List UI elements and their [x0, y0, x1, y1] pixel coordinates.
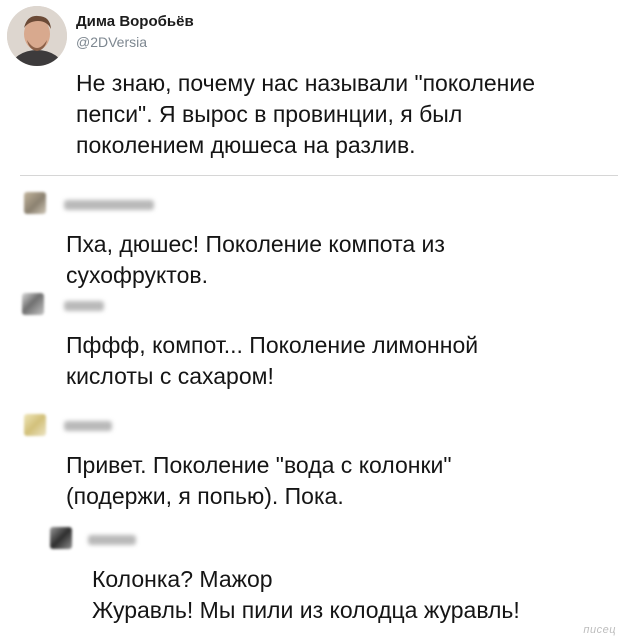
- reply-avatar[interactable]: [22, 293, 44, 315]
- reply-avatar[interactable]: [24, 414, 46, 436]
- reply-author-blurred: [64, 200, 154, 210]
- reply-author-blurred: [88, 535, 136, 545]
- author-handle[interactable]: @2DVersia: [76, 34, 147, 50]
- reply-author-blurred: [64, 421, 112, 431]
- divider: [20, 175, 618, 176]
- reply-text: Пффф, компот... Поколение лимонной кисло…: [66, 332, 479, 389]
- post-text: Не знаю, почему нас называли "поколение …: [76, 70, 536, 158]
- reply-text: Колонка? Мажор Журавль! Мы пили из колод…: [92, 566, 520, 623]
- author-name[interactable]: Дима Воробьёв: [76, 13, 194, 30]
- reply-author-blurred: [64, 301, 104, 311]
- author-avatar[interactable]: [7, 6, 67, 66]
- author-photo: [7, 6, 67, 66]
- reply-avatar[interactable]: [50, 527, 72, 549]
- reply-text: Привет. Поколение "вода с колонки" (поде…: [66, 452, 452, 509]
- reply-avatar[interactable]: [24, 192, 46, 214]
- reply-text: Пха, дюшес! Поколение компота из сухофру…: [66, 231, 445, 288]
- watermark: писец: [583, 624, 616, 636]
